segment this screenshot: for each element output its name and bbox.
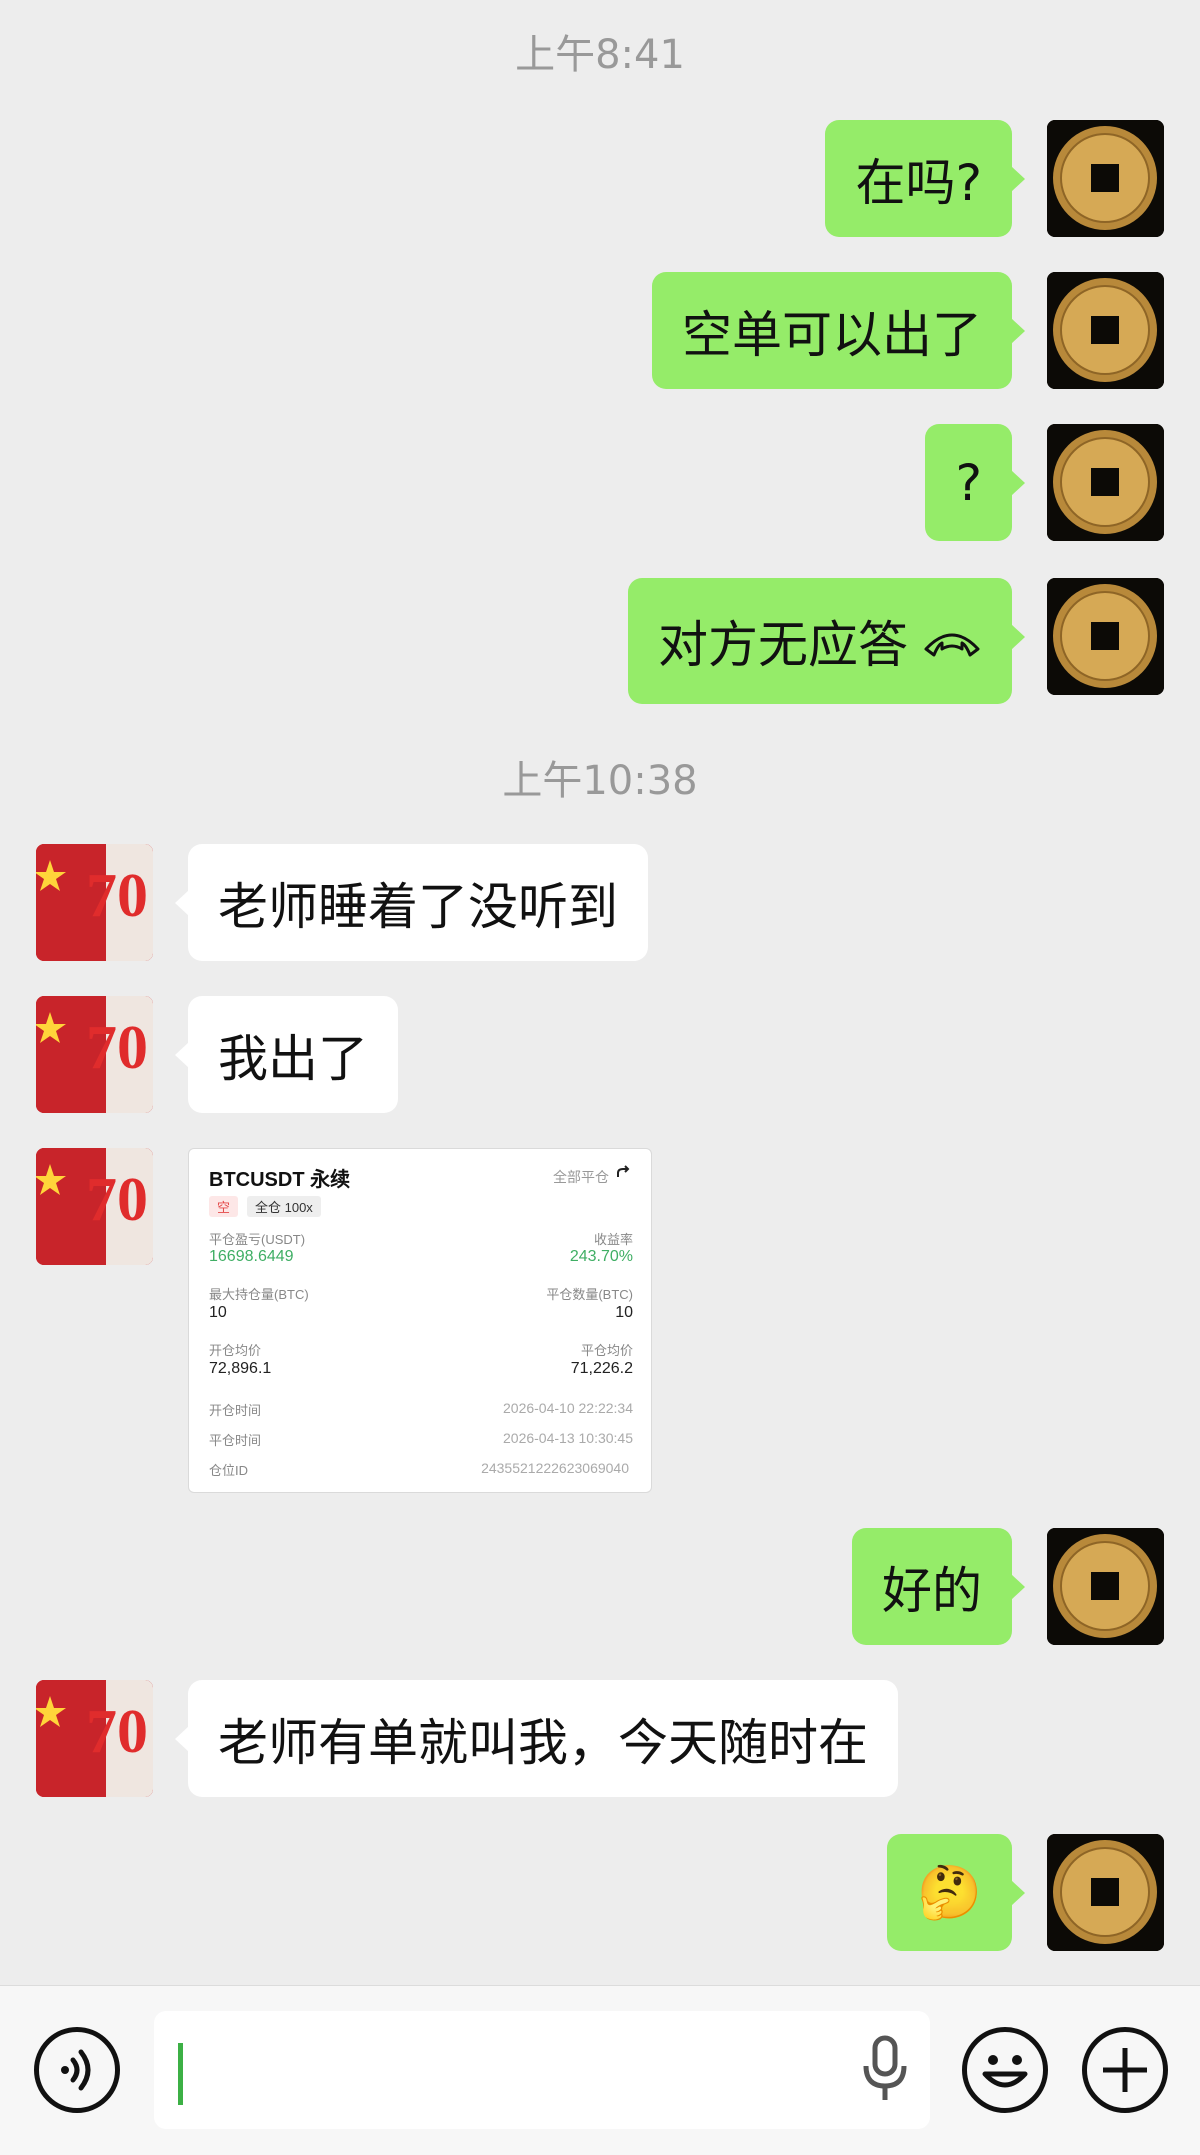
message-bubble-incoming[interactable]: 老师有单就叫我，今天随时在: [175, 1680, 898, 1797]
message-input[interactable]: [154, 2011, 930, 2129]
my-avatar[interactable]: [1047, 578, 1164, 695]
svg-text:70: 70: [86, 862, 148, 930]
plus-icon: [1103, 2048, 1147, 2092]
microphone-icon[interactable]: [860, 2034, 910, 2104]
voice-wave-icon: [61, 2049, 91, 2091]
card-title: BTCUSDT 永续: [209, 1169, 351, 1191]
message-bubble-outgoing[interactable]: 🤔: [887, 1834, 1025, 1951]
position-id-value: 2435521222623069040: [481, 1460, 629, 1476]
trade-screenshot-image[interactable]: BTCUSDT 永续 全部平仓 空 全仓 100x 平仓盈亏(USDT) 收益率…: [188, 1148, 652, 1493]
close-time-label: 平仓时间: [209, 1433, 262, 1448]
phone-hangup-icon: [924, 633, 980, 657]
roi-label: 收益率: [593, 1232, 633, 1247]
open-time-label: 开仓时间: [209, 1403, 262, 1418]
contact-avatar[interactable]: 70: [36, 844, 153, 961]
contact-avatar[interactable]: 70: [36, 1680, 153, 1797]
open-time-value: 2026-04-10 22:22:34: [503, 1400, 633, 1416]
voice-toggle-button[interactable]: [34, 2027, 120, 2113]
position-id-label: 仓位ID: [209, 1463, 249, 1478]
share-icon: [617, 1165, 630, 1177]
timestamp: 上午8:41: [515, 32, 685, 78]
max-position-label: 最大持仓量(BTC): [209, 1287, 309, 1302]
open-avg-value: 72,896.1: [209, 1360, 272, 1377]
close-avg-label: 平仓均价: [580, 1343, 633, 1358]
my-avatar[interactable]: [1047, 120, 1164, 237]
message-bubble-incoming[interactable]: 老师睡着了没听到: [175, 844, 648, 961]
contact-avatar[interactable]: 70: [36, 1148, 153, 1265]
more-button[interactable]: [1082, 2027, 1168, 2113]
svg-text:70: 70: [86, 1014, 148, 1082]
margin-mode-tag: 全仓 100x: [247, 1196, 321, 1217]
my-avatar[interactable]: [1047, 272, 1164, 389]
pnl-value: 16698.6449: [209, 1248, 294, 1265]
smiley-icon: [982, 2055, 1028, 2088]
close-time-value: 2026-04-13 10:30:45: [503, 1430, 633, 1446]
message-bubble-outgoing[interactable]: 好的: [852, 1528, 1025, 1645]
my-avatar[interactable]: [1047, 1834, 1164, 1951]
my-avatar[interactable]: [1047, 1528, 1164, 1645]
chat-message-list[interactable]: 上午8:41 在吗? 空单可以出了 ? 对方无应答 上午10:38 70 老师睡…: [0, 0, 1200, 1985]
message-bubble-outgoing[interactable]: 在吗?: [825, 120, 1025, 237]
text-caret: [178, 2043, 183, 2105]
close-all-label: 全部平仓: [553, 1169, 609, 1185]
close-avg-value: 71,226.2: [570, 1360, 633, 1377]
call-status-text: 对方无应答: [658, 616, 908, 674]
message-bubble-outgoing[interactable]: 空单可以出了: [652, 272, 1025, 389]
input-bar: [0, 1985, 1200, 2155]
open-avg-label: 开仓均价: [209, 1343, 262, 1358]
call-record-bubble[interactable]: 对方无应答: [628, 578, 1025, 704]
message-bubble-outgoing[interactable]: ?: [925, 424, 1025, 541]
my-avatar[interactable]: [1047, 424, 1164, 541]
timestamp: 上午10:38: [502, 758, 698, 804]
close-qty-label: 平仓数量(BTC): [546, 1287, 633, 1302]
emoji-button[interactable]: [962, 2027, 1048, 2113]
side-tag: 空: [209, 1196, 239, 1217]
pnl-label: 平仓盈亏(USDT): [209, 1232, 306, 1247]
message-bubble-incoming[interactable]: 我出了: [175, 996, 398, 1113]
contact-avatar[interactable]: 70: [36, 996, 153, 1113]
svg-text:70: 70: [86, 1698, 148, 1766]
roi-value: 243.70%: [569, 1248, 633, 1265]
close-qty-value: 10: [615, 1304, 633, 1321]
svg-text:70: 70: [86, 1166, 148, 1234]
max-position-value: 10: [209, 1304, 227, 1321]
